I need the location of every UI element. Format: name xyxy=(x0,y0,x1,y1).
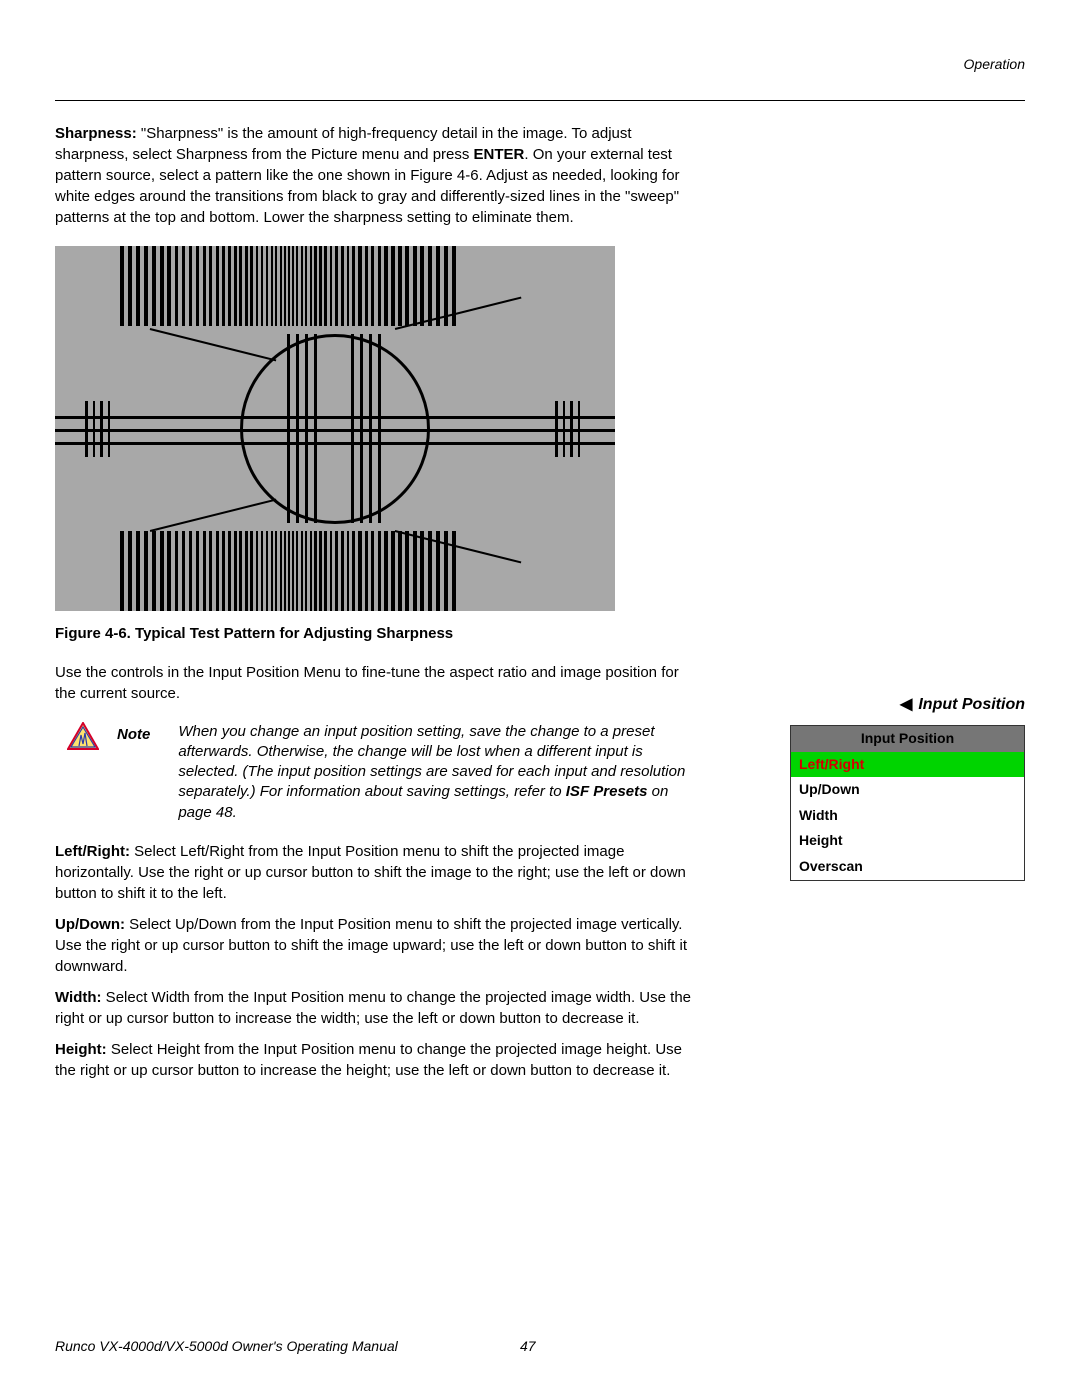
menu-item-overscan[interactable]: Overscan xyxy=(791,854,1024,880)
height-paragraph: Height: Select Height from the Input Pos… xyxy=(55,1039,695,1081)
menu-item-width[interactable]: Width xyxy=(791,803,1024,829)
figure-caption: Figure 4-6. Typical Test Pattern for Adj… xyxy=(55,623,695,644)
divider xyxy=(55,100,1025,101)
page-number: 47 xyxy=(520,1337,536,1357)
note-block: Note When you change an input position s… xyxy=(67,722,695,823)
menu-item-left-right[interactable]: Left/Right xyxy=(791,752,1024,778)
up-down-paragraph: Up/Down: Select Up/Down from the Input P… xyxy=(55,914,695,977)
left-right-paragraph: Left/Right: Select Left/Right from the I… xyxy=(55,841,695,904)
isf-presets: ISF Presets xyxy=(566,783,648,800)
arrow-left-icon: ◀ xyxy=(900,694,912,716)
sharpness-label: Sharpness: xyxy=(55,125,137,142)
sharpness-paragraph: Sharpness: "Sharpness" is the amount of … xyxy=(55,123,695,228)
menu-item-height[interactable]: Height xyxy=(791,828,1024,854)
footer-manual: Runco VX-4000d/VX-5000d Owner's Operatin… xyxy=(55,1337,398,1357)
note-text: When you change an input position settin… xyxy=(178,722,695,823)
width-paragraph: Width: Select Width from the Input Posit… xyxy=(55,987,695,1029)
enter-key: ENTER xyxy=(474,146,525,163)
test-pattern-figure xyxy=(55,246,615,611)
note-label: Note xyxy=(117,722,150,745)
warning-icon xyxy=(67,722,99,750)
header-section: Operation xyxy=(55,55,1025,75)
menu-item-up-down[interactable]: Up/Down xyxy=(791,777,1024,803)
input-position-menu: Input Position Left/Right Up/Down Width … xyxy=(790,725,1025,881)
menu-header: Input Position xyxy=(791,726,1024,752)
input-position-intro: Use the controls in the Input Position M… xyxy=(55,662,695,704)
sidebar-heading: ◀Input Position xyxy=(900,694,1025,716)
